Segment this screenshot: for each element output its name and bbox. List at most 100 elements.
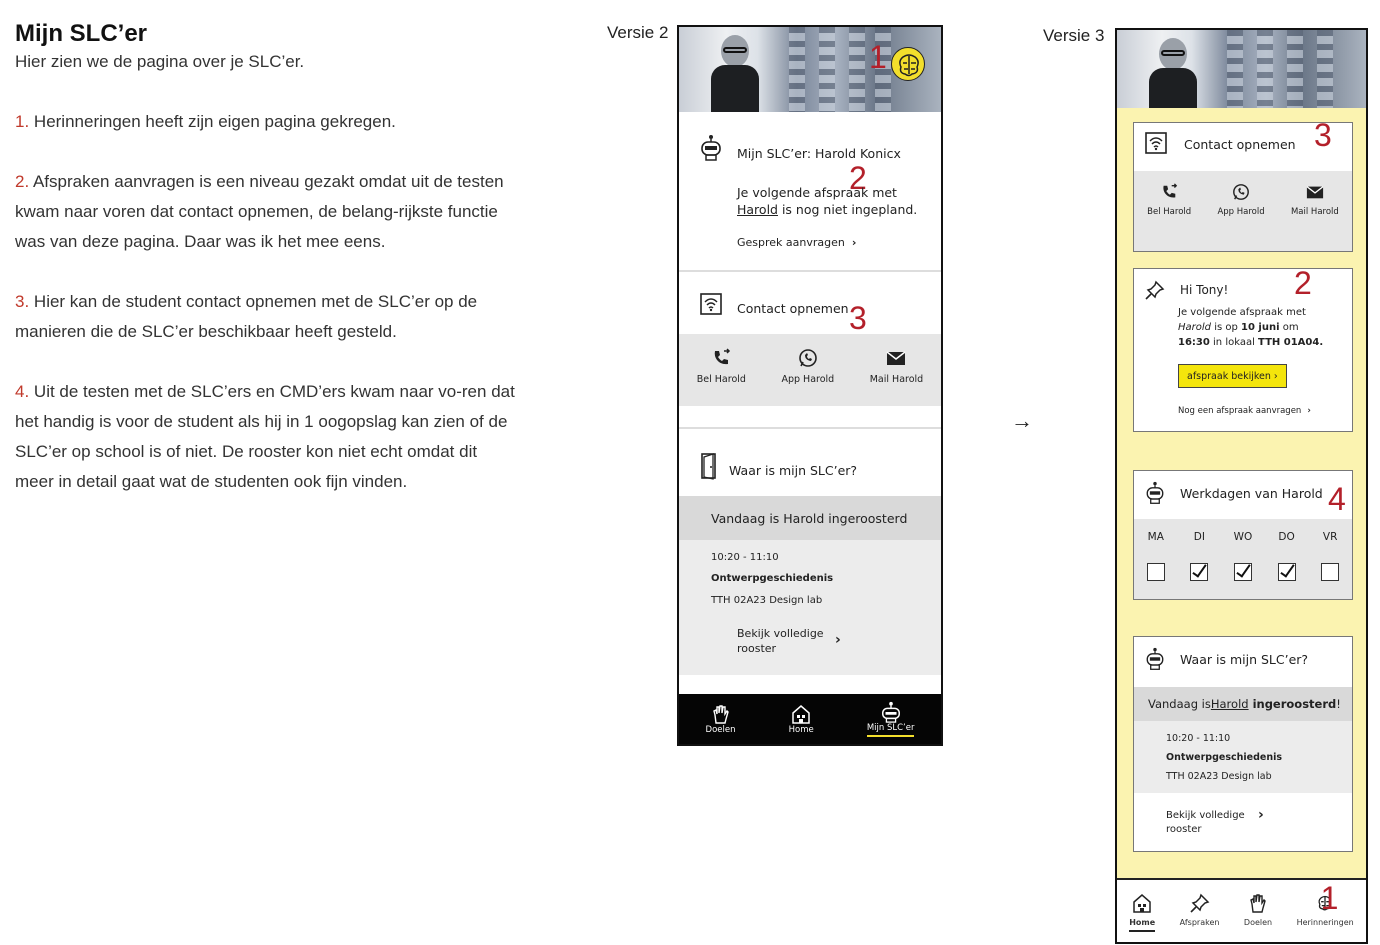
marker-1: 1: [869, 39, 887, 75]
view-appointment-button[interactable]: afspraak bekijken ›: [1178, 364, 1287, 388]
request-meeting-link[interactable]: Gesprek aanvragen ›: [737, 236, 856, 249]
nav-afspraken[interactable]: Afspraken: [1179, 892, 1220, 927]
point-text: Hier kan de student contact opnemen met …: [15, 292, 478, 341]
page-title: Mijn SLC’er: [15, 20, 148, 47]
point-number: 3.: [15, 292, 30, 311]
weekday-label: VR: [1322, 531, 1338, 543]
weekday-label: WO: [1233, 531, 1253, 543]
mail-icon: [1306, 186, 1324, 199]
weekday-checkbox[interactable]: [1146, 563, 1165, 581]
hand-icon: [1250, 894, 1266, 913]
point-text: Afspraken aanvragen is een niveau gezakt…: [15, 172, 504, 251]
home-icon: [792, 705, 810, 724]
next-appointment-text: Je volgende afspraak met Harold is nog ni…: [737, 185, 918, 217]
workdays-title: Werkdagen van Harold: [1180, 486, 1323, 501]
robot-icon: [699, 134, 723, 162]
weekday-label: DO: [1278, 531, 1295, 543]
contact-section: Contact opnemen 3 Bel Harold App Harold …: [679, 270, 941, 406]
today-banner: Vandaag is Harold ingeroosterd: [679, 496, 941, 540]
point-3: 3. Hier kan de student contact opnemen m…: [15, 287, 515, 347]
page-subtitle: Hier zien we de pagina over je SLC’er.: [15, 52, 305, 71]
schedule-block: 10:20 - 11:10 Ontwerpgeschiedenis TTH 02…: [679, 540, 941, 675]
point-number: 4.: [15, 382, 30, 401]
chevron-right-icon: ›: [1258, 807, 1264, 823]
nav-home[interactable]: Home: [1129, 892, 1156, 932]
wifi-phone-icon: [1144, 131, 1168, 159]
nav-mijn-slcer[interactable]: Mijn SLC’er: [866, 701, 915, 737]
marker-3: 3: [1314, 117, 1332, 153]
call-label: Bel Harold: [696, 374, 746, 385]
full-schedule-link[interactable]: Bekijk volledige rooster: [737, 626, 827, 656]
version-3-label: Versie 3: [1043, 26, 1105, 45]
nav-herinneringen[interactable]: Herinneringen 1: [1296, 882, 1354, 927]
weekday-checkbox[interactable]: [1190, 563, 1209, 581]
schedule-course: Ontwerpgeschiedenis: [711, 573, 834, 584]
mail-button[interactable]: Mail Harold: [1291, 183, 1339, 251]
call-button[interactable]: Bel Harold: [697, 348, 746, 406]
pin-icon: [1144, 279, 1166, 305]
call-button[interactable]: Bel Harold: [1147, 183, 1191, 251]
advisor-photo: [711, 35, 759, 112]
phone-icon: [715, 348, 731, 365]
today-banner: Vandaag is Harold ingeroosterd!: [1134, 687, 1352, 721]
hand-icon: [712, 705, 729, 724]
nav-label: Home: [1129, 918, 1156, 932]
brain-icon[interactable]: [891, 47, 925, 81]
version-2-label: Versie 2: [607, 23, 669, 42]
whatsapp-button[interactable]: App Harold: [1217, 183, 1265, 251]
request-appointment-link[interactable]: Nog een afspraak aanvragen ›: [1178, 406, 1311, 416]
nav-label: Herinneringen: [1296, 918, 1354, 927]
point-text: Herinneringen heeft zijn eigen pagina ge…: [29, 112, 396, 131]
mail-button[interactable]: Mail Harold: [870, 348, 923, 406]
bottom-nav: Home Afspraken Doelen Herinneringen 1: [1117, 878, 1366, 942]
nav-doelen[interactable]: Doelen: [706, 703, 736, 735]
contact-title: Contact opnemen: [1184, 137, 1296, 152]
full-schedule-link[interactable]: Bekijk volledige rooster: [1166, 809, 1256, 837]
marker-1: 1: [1320, 880, 1339, 916]
schedule-room: TTH 02A23 Design lab: [711, 595, 823, 606]
workdays-grid: MA DI WO DO VR: [1134, 519, 1352, 599]
phone-icon: [1163, 183, 1178, 198]
marker-4: 4: [1328, 481, 1346, 517]
point-number: 2.: [15, 172, 30, 191]
nav-label: Mijn SLC’er: [866, 723, 915, 737]
schedule-room: TTH 02A23 Design lab: [1166, 771, 1272, 782]
whatsapp-button[interactable]: App Harold: [781, 348, 834, 406]
mail-icon: [887, 351, 906, 365]
slc-section: Mijn SLC’er: Harold Konicx 2 Je volgende…: [679, 112, 941, 270]
schedule-time: 10:20 - 11:10: [711, 552, 779, 563]
chevron-right-icon: ›: [851, 236, 857, 249]
hero-photo: 1: [679, 27, 941, 112]
appointment-text: Je volgende afspraak met Harold is op 10 …: [1178, 307, 1324, 348]
weekday-checkbox[interactable]: [1277, 563, 1296, 581]
point-4: 4. Uit de testen met de SLC’ers en CMD’e…: [15, 377, 515, 497]
bottom-nav: Doelen Home Mijn SLC’er: [679, 694, 941, 744]
phone-mockup-version-3: Contact opnemen 3 Bel Harold App Harold …: [1115, 28, 1368, 944]
where-section: Waar is mijn SLC’er? Vandaag is Harold i…: [679, 427, 941, 675]
weekday-label: MA: [1147, 531, 1164, 543]
weekday-checkbox[interactable]: [1321, 563, 1340, 581]
point-1: 1. Herinneringen heeft zijn eigen pagina…: [15, 107, 515, 137]
contact-title: Contact opnemen: [737, 301, 849, 316]
nav-label: Afspraken: [1179, 918, 1220, 927]
robot-icon: [881, 701, 900, 723]
nav-home[interactable]: Home: [789, 703, 814, 735]
chevron-right-icon: ›: [1307, 406, 1311, 416]
nav-label: Home: [788, 725, 814, 735]
mail-label: Mail Harold: [869, 374, 924, 385]
advisor-link[interactable]: Harold: [1211, 697, 1249, 711]
whatsapp-icon: [799, 349, 817, 367]
description-column: Mijn SLC’er Hier zien we de pagina over …: [15, 20, 515, 527]
chevron-right-icon: ›: [835, 632, 841, 648]
weekday-checkbox[interactable]: [1233, 563, 1252, 581]
point-text: Uit de testen met de SLC’ers en CMD’ers …: [15, 382, 515, 491]
nav-doelen[interactable]: Doelen: [1244, 892, 1272, 927]
point-number: 1.: [15, 112, 30, 131]
schedule-course: Ontwerpgeschiedenis: [1166, 752, 1282, 763]
where-title: Waar is mijn SLC’er?: [729, 463, 858, 478]
schedule-block: 10:20 - 11:10 Ontwerpgeschiedenis TTH 02…: [1134, 721, 1352, 793]
greeting: Hi Tony!: [1180, 283, 1229, 297]
advisor-link[interactable]: Harold: [737, 202, 778, 217]
wifi-phone-icon: [699, 292, 723, 316]
contact-options: Bel Harold App Harold Mail Harold: [1134, 171, 1352, 251]
